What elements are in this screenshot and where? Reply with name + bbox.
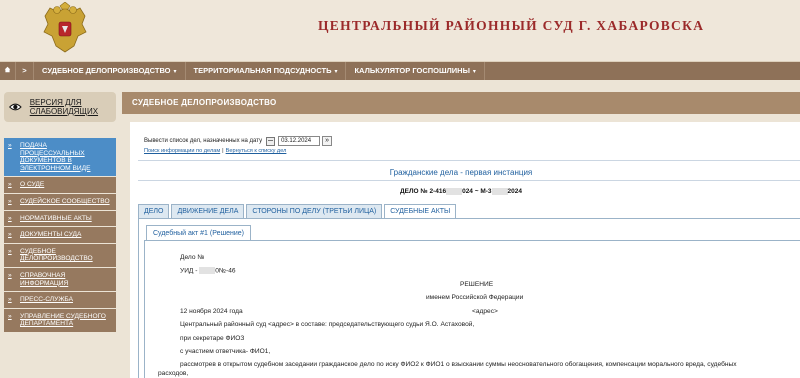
case-tabs: ДЕЛО ДВИЖЕНИЕ ДЕЛА СТОРОНЫ ПО ДЕЛУ (ТРЕТ… xyxy=(138,204,458,218)
sidebar-item-electronic-filing[interactable]: » ПОДАЧА ПРОЦЕССУАЛЬНЫХ ДОКУМЕНТОВ В ЭЛЕК… xyxy=(4,138,116,178)
sidebar-item-court-documents[interactable]: » ДОКУМЕНТЫ СУДА xyxy=(4,227,116,244)
instance-title: Гражданские дела - первая инстанция xyxy=(389,168,533,177)
case-number: ДЕЛО № 2-416 024 ~ М-3 2024 xyxy=(130,188,792,195)
chevron-down-icon: ▾ xyxy=(472,69,476,75)
home-icon[interactable] xyxy=(0,62,16,80)
sidebar-item-judicial-department[interactable]: » УПРАВЛЕНИЕ СУДЕБНОГО ДЕПАРТАМЕНТА xyxy=(4,308,116,333)
section-title: СУДЕБНОЕ ДЕЛОПРОИЗВОДСТВО xyxy=(132,98,277,107)
sidebar-item-label: НОРМАТИВНЫЕ АКТЫ xyxy=(20,214,92,222)
bullet-icon: » xyxy=(8,214,12,222)
sidebar-item-label: О СУДЕ xyxy=(20,181,45,189)
divider xyxy=(138,180,800,181)
nav-item-court-proceedings[interactable]: СУДЕБНОЕ ДЕЛОПРОИЗВОДСТВО ▾ xyxy=(34,62,186,80)
main-content: Вывести список дел, назначенных на дату … xyxy=(130,122,800,378)
case-number-prefix: ДЕЛО № 2-416 xyxy=(400,188,447,196)
nav-item-fee-calculator[interactable]: КАЛЬКУЛЯТОР ГОСПОШЛИНЫ ▾ xyxy=(346,62,485,80)
sidebar-item-label: СУДЕЙСКОЕ СООБЩЕСТВО xyxy=(20,197,110,205)
tab-parties[interactable]: СТОРОНЫ ПО ДЕЛУ (ТРЕТЬИ ЛИЦА) xyxy=(246,204,383,218)
eye-icon xyxy=(9,103,22,111)
visually-impaired-label: ВЕРСИЯ ДЛЯ СЛАБОВИДЯЩИХ xyxy=(29,98,99,116)
bullet-icon: » xyxy=(8,181,12,189)
link-separator: | xyxy=(222,148,224,154)
calendar-icon[interactable] xyxy=(266,136,276,146)
nav-item-label: СУДЕБНОЕ ДЕЛОПРОИЗВОДСТВО xyxy=(42,66,171,75)
sidebar-item-reference-info[interactable]: » СПРАВОЧНАЯ ИНФОРМАЦИЯ xyxy=(4,267,116,293)
tab-judicial-acts[interactable]: СУДЕБНЫЕ АКТЫ xyxy=(384,204,457,218)
coat-of-arms-icon xyxy=(43,2,87,53)
tab-case-movement[interactable]: ДВИЖЕНИЕ ДЕЛА xyxy=(171,204,245,218)
date-filter: Вывести список дел, назначенных на дату … xyxy=(144,136,333,146)
sidebar-item-label: СПРАВОЧНАЯ ИНФОРМАЦИЯ xyxy=(20,271,69,287)
sidebar: ВЕРСИЯ ДЛЯ СЛАБОВИДЯЩИХ » ПОДАЧА ПРОЦЕССУ… xyxy=(0,80,122,378)
sidebar-item-normative-acts[interactable]: » НОРМАТИВНЫЕ АКТЫ xyxy=(4,210,116,228)
case-search-link[interactable]: Поиск информации по делам xyxy=(144,148,220,154)
redacted-text xyxy=(446,188,463,195)
bullet-icon: » xyxy=(8,312,12,320)
bullet-icon: » xyxy=(8,247,12,255)
nav-item-territorial-jurisdiction[interactable]: ТЕРРИТОРИАЛЬНАЯ ПОДСУДНОСТЬ ▾ xyxy=(186,62,347,80)
nav-item-label: КАЛЬКУЛЯТОР ГОСПОШЛИНЫ xyxy=(354,66,470,75)
bullet-icon: » xyxy=(8,296,12,304)
sidebar-item-label: ПОДАЧА ПРОЦЕССУАЛЬНЫХ ДОКУМЕНТОВ В ЭЛЕКТ… xyxy=(20,142,91,172)
bullet-icon: » xyxy=(8,142,12,149)
sidebar-item-label: УПРАВЛЕНИЕ СУДЕБНОГО ДЕПАРТАМЕНТА xyxy=(20,312,106,328)
top-navigation: > СУДЕБНОЕ ДЕЛОПРОИЗВОДСТВО ▾ ТЕРРИТОРИАЛ… xyxy=(0,62,800,80)
go-button[interactable]: » xyxy=(322,136,333,146)
date-input[interactable]: 03.12.2024 xyxy=(278,136,321,146)
chevron-down-icon: ▾ xyxy=(334,69,338,75)
chevron-down-icon: ▾ xyxy=(173,69,177,75)
date-filter-label: Вывести список дел, назначенных на дату xyxy=(144,138,263,144)
back-to-list-link[interactable]: Вернуться к списку дел xyxy=(226,148,287,154)
case-number-mid: 024 ~ М-3 xyxy=(462,188,492,196)
site-header: ЦЕНТРАЛЬНЫЙ РАЙОННЫЙ СУД Г. ХАБАРОВСКА xyxy=(0,0,800,62)
sidebar-item-judicial-community[interactable]: » СУДЕЙСКОЕ СООБЩЕСТВО xyxy=(4,193,116,211)
sidebar-item-about-court[interactable]: » О СУДЕ xyxy=(4,177,116,194)
nav-arrow[interactable]: > xyxy=(16,62,34,80)
tab-judicial-act-1[interactable]: Судебный акт #1 (Решение) xyxy=(146,225,251,240)
sidebar-item-label: ПРЕСС-СЛУЖБА xyxy=(20,296,73,304)
case-links: Поиск информации по делам | Вернуться к сп… xyxy=(144,148,286,154)
nav-item-label: ТЕРРИТОРИАЛЬНАЯ ПОДСУДНОСТЬ xyxy=(193,66,332,75)
sidebar-item-label: СУДЕБНОЕ ДЕЛОПРОИЗВОДСТВО xyxy=(20,247,93,263)
case-number-suffix: 2024 xyxy=(507,188,522,196)
sidebar-item-press-service[interactable]: » ПРЕСС-СЛУЖБА xyxy=(4,292,116,309)
home-icon-glyph xyxy=(4,66,11,73)
bullet-icon: » xyxy=(8,231,12,239)
visually-impaired-button[interactable]: ВЕРСИЯ ДЛЯ СЛАБОВИДЯЩИХ xyxy=(4,92,116,122)
tab-case[interactable]: ДЕЛО xyxy=(138,204,170,218)
divider xyxy=(138,160,800,161)
document-panel xyxy=(144,240,800,378)
redacted-text xyxy=(491,188,508,195)
section-header: СУДЕБНОЕ ДЕЛОПРОИЗВОДСТВО xyxy=(122,92,800,114)
sidebar-item-label: ДОКУМЕНТЫ СУДА xyxy=(20,231,82,239)
bullet-icon: » xyxy=(8,271,12,279)
court-title: ЦЕНТРАЛЬНЫЙ РАЙОННЫЙ СУД Г. ХАБАРОВСКА xyxy=(318,18,705,33)
sidebar-menu: » ПОДАЧА ПРОЦЕССУАЛЬНЫХ ДОКУМЕНТОВ В ЭЛЕК… xyxy=(4,138,116,333)
bullet-icon: » xyxy=(8,197,12,205)
sidebar-item-court-proceedings[interactable]: » СУДЕБНОЕ ДЕЛОПРОИЗВОДСТВО xyxy=(4,243,116,268)
